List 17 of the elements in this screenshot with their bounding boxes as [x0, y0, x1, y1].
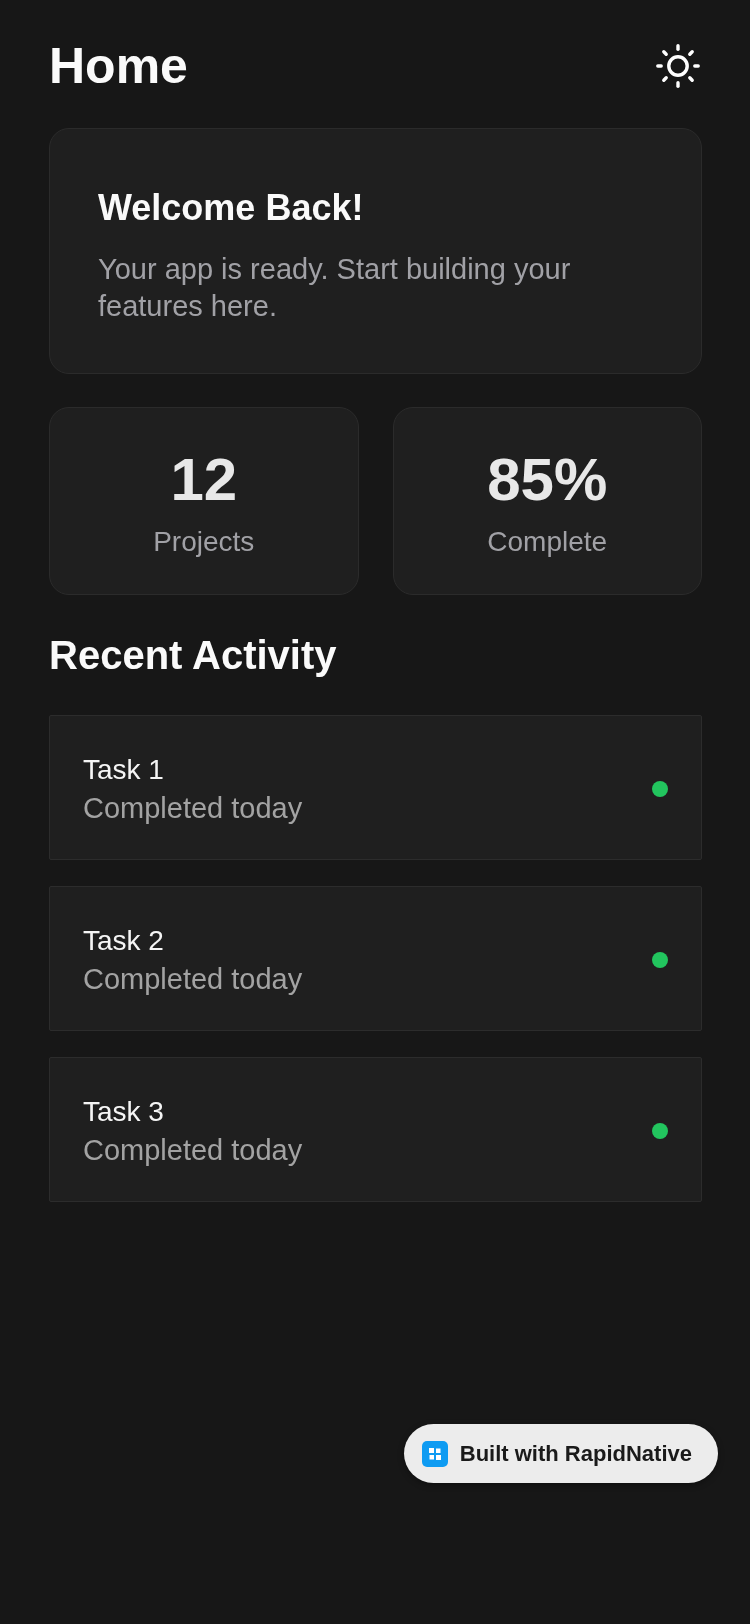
- sun-icon[interactable]: [656, 44, 700, 88]
- page-title: Home: [49, 37, 188, 96]
- built-with-button[interactable]: Built with RapidNative: [403, 1424, 718, 1483]
- activity-subtitle: Completed today: [83, 962, 303, 997]
- stat-label: Complete: [487, 525, 608, 559]
- activity-subtitle: Completed today: [83, 1133, 303, 1168]
- stat-value: 12: [170, 445, 238, 515]
- activity-title: Task 2: [83, 924, 164, 958]
- activity-subtitle: Completed today: [83, 791, 303, 826]
- activity-title: Task 3: [83, 1095, 164, 1129]
- activity-title: Task 1: [83, 753, 164, 787]
- stat-label: Projects: [153, 525, 255, 559]
- stat-value: 85%: [487, 445, 608, 515]
- welcome-title: Welcome Back!: [98, 186, 365, 230]
- logo-icon: [421, 1440, 448, 1467]
- section-title: Recent Activity: [49, 632, 338, 679]
- welcome-description: Your app is ready. Start building your features here.: [98, 252, 572, 324]
